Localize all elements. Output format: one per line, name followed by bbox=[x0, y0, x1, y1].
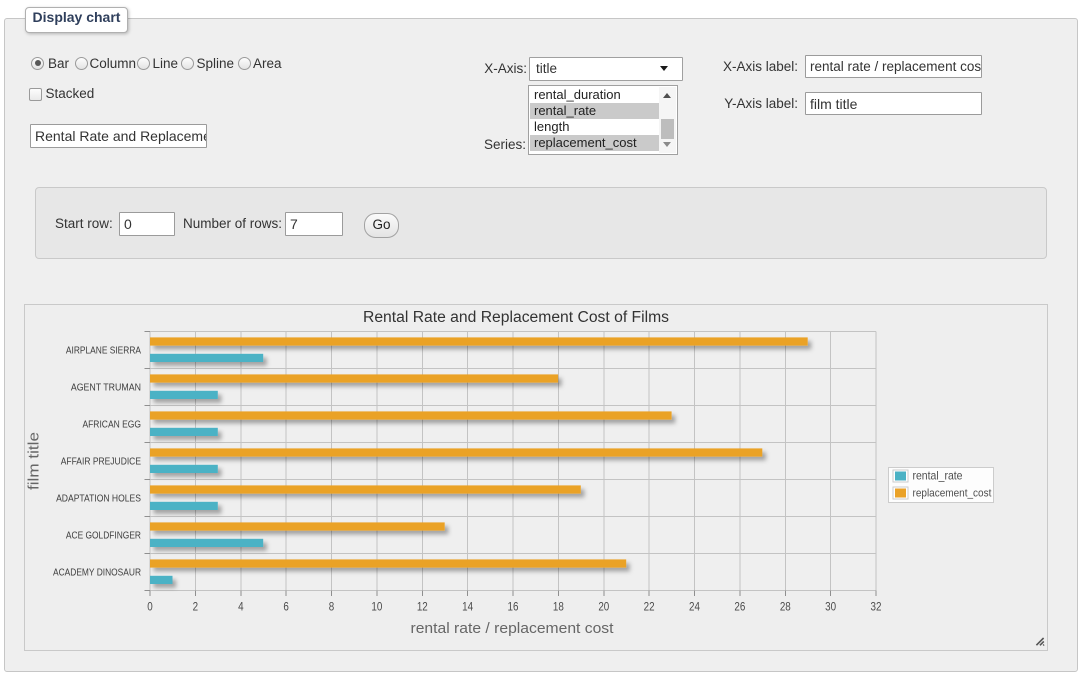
svg-text:10: 10 bbox=[371, 601, 382, 614]
svg-text:22: 22 bbox=[644, 601, 655, 614]
svg-text:16: 16 bbox=[508, 601, 519, 614]
svg-text:20: 20 bbox=[598, 601, 609, 614]
svg-text:AFFAIR PREJUDICE: AFFAIR PREJUDICE bbox=[61, 456, 141, 468]
svg-text:18: 18 bbox=[553, 601, 564, 614]
svg-text:2: 2 bbox=[193, 601, 198, 614]
svg-text:24: 24 bbox=[689, 601, 700, 614]
svg-text:32: 32 bbox=[871, 601, 882, 614]
svg-text:AFRICAN EGG: AFRICAN EGG bbox=[82, 419, 141, 431]
svg-text:30: 30 bbox=[825, 601, 836, 614]
svg-text:Rental Rate and Replacement Co: Rental Rate and Replacement Cost of Film… bbox=[363, 309, 669, 326]
svg-text:ACADEMY DINOSAUR: ACADEMY DINOSAUR bbox=[53, 567, 141, 579]
svg-text:AGENT TRUMAN: AGENT TRUMAN bbox=[71, 382, 141, 394]
svg-text:14: 14 bbox=[462, 601, 473, 614]
svg-text:ACE GOLDFINGER: ACE GOLDFINGER bbox=[66, 530, 141, 542]
svg-text:ADAPTATION HOLES: ADAPTATION HOLES bbox=[56, 493, 141, 505]
svg-text:0: 0 bbox=[147, 601, 152, 614]
svg-text:8: 8 bbox=[329, 601, 334, 614]
svg-text:6: 6 bbox=[283, 601, 288, 614]
svg-text:AIRPLANE SIERRA: AIRPLANE SIERRA bbox=[66, 345, 142, 357]
svg-text:26: 26 bbox=[734, 601, 745, 614]
svg-text:12: 12 bbox=[417, 601, 428, 614]
svg-text:film title: film title bbox=[26, 432, 43, 490]
svg-text:replacement_cost: replacement_cost bbox=[913, 487, 992, 500]
svg-text:4: 4 bbox=[238, 601, 243, 614]
svg-text:rental rate / replacement cost: rental rate / replacement cost bbox=[411, 621, 614, 637]
svg-text:rental_rate: rental_rate bbox=[913, 470, 963, 483]
svg-text:28: 28 bbox=[780, 601, 791, 614]
